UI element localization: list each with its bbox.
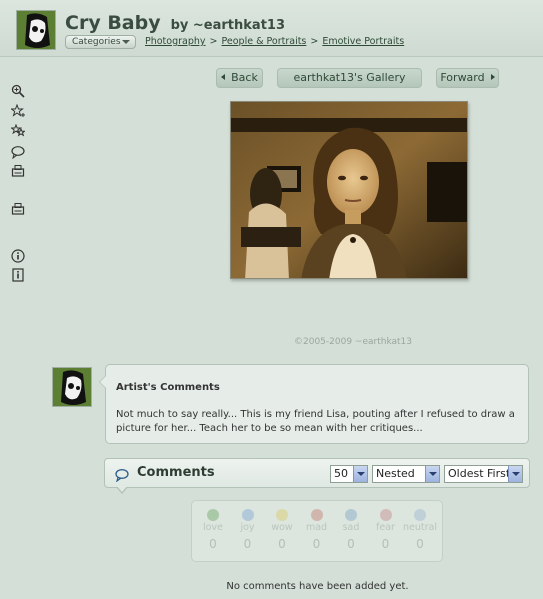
mood-label: wow [271,522,293,533]
page-header: Cry Baby by ~earthkat13 Categories Photo… [0,0,543,57]
mood-label: mad [305,522,328,533]
mood-count: 0 [416,537,424,551]
artist-comment-avatar[interactable] [52,367,92,407]
artist-comments-box: Artist's Comments Not much to say really… [99,364,529,444]
mood-wow[interactable]: wow 0 [265,509,299,551]
mode-value: Nested [376,467,415,480]
mood-joy[interactable]: joy 0 [231,509,265,551]
no-comments-message: No comments have been added yet. [226,581,409,592]
mood-neutral[interactable]: neutral 0 [403,509,437,551]
mood-label: joy [240,522,255,533]
gallery-button[interactable]: earthkat13's Gallery [277,68,422,88]
comments-per-page-select[interactable]: 50 [330,465,368,483]
back-label: Back [231,71,258,84]
categories-label: Categories [72,37,121,47]
mood-count: 0 [278,537,286,551]
wow-mood-icon [276,509,288,521]
comments-title: Comments [137,465,215,480]
comments-order-select[interactable]: Oldest First [444,465,523,483]
mood-fear[interactable]: fear 0 [369,509,403,551]
chevron-down-icon [353,466,367,482]
forward-button[interactable]: Forward [436,68,499,88]
chevron-down-icon [508,466,522,482]
breadcrumb-people-portraits[interactable]: People & Portraits [222,36,307,47]
comment-bubble-icon [115,467,129,483]
fear-mood-icon [379,509,392,521]
forward-label: Forward [440,71,485,84]
mood-count: 0 [209,537,217,551]
speech-pointer [99,375,106,389]
chevron-down-icon [425,466,439,482]
mood-count: 0 [347,537,355,551]
stars-icon[interactable] [11,124,25,138]
categories-button[interactable]: Categories [65,35,136,49]
breadcrumb-photography[interactable]: Photography [145,36,206,47]
print2-icon[interactable] [11,202,25,216]
breadcrumb-separator: > [209,36,218,47]
mood-count: 0 [312,537,321,551]
info-icon[interactable] [11,249,25,263]
neutral-mood-icon [414,509,426,521]
artist-avatar[interactable] [16,10,56,50]
artist-comments-text: Not much to say really... This is my fri… [116,409,515,434]
mood-tally: love 0 joy 0 wow 0 mad 0 sad 0 fear 0 neutral 0 [191,500,443,562]
speech-pointer [116,486,128,494]
print-icon[interactable] [11,164,25,178]
joy-mood-icon [241,509,254,521]
mood-love[interactable]: love 0 [196,509,230,551]
mood-count: 0 [381,537,390,551]
star-add-icon[interactable] [11,104,25,118]
mad-mood-icon [310,509,323,521]
deviation-image[interactable] [230,101,468,279]
copyright-text: ©2005-2009 ~earthkat13 [294,337,412,347]
page-title: Cry Baby [65,12,161,34]
artist-comments-heading: Artist's Comments [116,382,220,393]
mood-mad[interactable]: mad 0 [300,509,334,551]
comments-header: Comments 50 Nested Oldest First [104,458,530,494]
sad-mood-icon [345,509,357,521]
mood-label: love [203,522,223,533]
gallery-label: earthkat13's Gallery [293,71,406,84]
mood-label: sad [342,522,360,533]
order-value: Oldest First [448,467,511,480]
arrow-left-icon [221,74,226,80]
mood-label: fear [376,522,395,533]
love-mood-icon [207,509,219,521]
arrow-right-icon [490,74,495,80]
artist-byline[interactable]: by ~earthkat13 [171,18,285,33]
breadcrumb: Photography > People & Portraits > Emotive P… [145,36,404,47]
comment-icon[interactable] [11,145,25,159]
mood-count: 0 [243,537,252,551]
chevron-down-icon [122,40,130,44]
details-icon[interactable] [11,268,25,282]
breadcrumb-separator: > [310,36,319,47]
zoom-icon[interactable] [11,84,25,98]
back-button[interactable]: Back [216,68,263,88]
per-page-value: 50 [334,467,348,480]
comments-mode-select[interactable]: Nested [372,465,440,483]
mood-label: neutral [403,522,437,533]
mood-sad[interactable]: sad 0 [334,509,368,551]
breadcrumb-emotive-portraits[interactable]: Emotive Portraits [322,36,404,47]
